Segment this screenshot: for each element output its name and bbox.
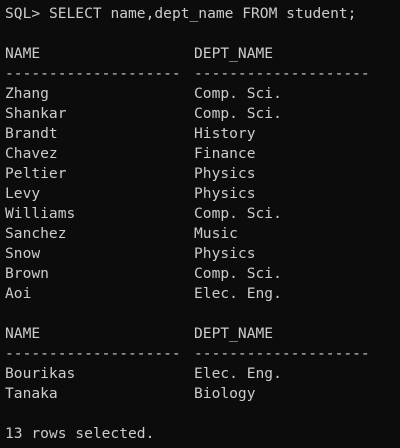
result-row: Snow Physics (5, 244, 400, 264)
cell-dept-name: Comp. Sci. (194, 85, 282, 102)
command-line: SQL> SELECT name,dept_name FROM student; (5, 4, 400, 24)
result-row: Chavez Finance (5, 144, 400, 164)
column-separator-row: -------------------- -------------------… (5, 344, 400, 364)
rows-selected-summary: 13 rows selected. (5, 425, 155, 442)
result-row: Tanaka Biology (5, 384, 400, 404)
cell-name: Zhang (5, 85, 49, 102)
column-separator-row: -------------------- -------------------… (5, 64, 400, 84)
cell-name: Chavez (5, 145, 58, 162)
cell-name: Levy (5, 185, 41, 202)
cell-dept-name: Physics (194, 185, 256, 202)
cell-name: Snow (5, 245, 41, 262)
result-row: Sanchez Music (5, 224, 400, 244)
column-header-name: NAME (5, 45, 41, 62)
result-row: Brandt History (5, 124, 400, 144)
separator-name: -------------------- (5, 345, 181, 362)
result-row: Peltier Physics (5, 164, 400, 184)
cell-dept-name: History (194, 125, 256, 142)
column-header-name: NAME (5, 325, 41, 342)
cell-name: Williams (5, 205, 76, 222)
cell-dept-name: Comp. Sci. (194, 105, 282, 122)
cell-name: Shankar (5, 105, 67, 122)
result-row: Bourikas Elec. Eng. (5, 364, 400, 384)
cell-dept-name: Finance (194, 145, 256, 162)
result-row: Shankar Comp. Sci. (5, 104, 400, 124)
cell-name: Aoi (5, 285, 32, 302)
column-header-row: NAME DEPT_NAME (5, 324, 400, 344)
column-header-row: NAME DEPT_NAME (5, 44, 400, 64)
result-row: Levy Physics (5, 184, 400, 204)
cell-dept-name: Physics (194, 245, 256, 262)
cell-dept-name: Physics (194, 165, 256, 182)
cell-name: Bourikas (5, 365, 76, 382)
result-row: Williams Comp. Sci. (5, 204, 400, 224)
column-header-dept-name: DEPT_NAME (194, 325, 274, 342)
result-row: Brown Comp. Sci. (5, 264, 400, 284)
cell-name: Tanaka (5, 385, 58, 402)
cell-name: Peltier (5, 165, 67, 182)
cell-dept-name: Comp. Sci. (194, 205, 282, 222)
separator-dept-name: -------------------- (194, 345, 370, 362)
sql-prompt: SQL> (5, 5, 49, 22)
sql-command: SELECT name,dept_name FROM student; (48, 5, 357, 22)
result-row: Aoi Elec. Eng. (5, 284, 400, 304)
cell-dept-name: Elec. Eng. (194, 285, 282, 302)
cell-dept-name: Music (194, 225, 238, 242)
separator-dept-name: -------------------- (194, 65, 370, 82)
cell-dept-name: Biology (194, 385, 256, 402)
cell-name: Sanchez (5, 225, 67, 242)
column-header-dept-name: DEPT_NAME (194, 45, 274, 62)
cell-dept-name: Comp. Sci. (194, 265, 282, 282)
cell-name: Brandt (5, 125, 58, 142)
cell-name: Brown (5, 265, 49, 282)
result-row: Zhang Comp. Sci. (5, 84, 400, 104)
sqlplus-console[interactable]: SQL> SELECT name,dept_name FROM student;… (0, 0, 400, 448)
cell-dept-name: Elec. Eng. (194, 365, 282, 382)
separator-name: -------------------- (5, 65, 181, 82)
